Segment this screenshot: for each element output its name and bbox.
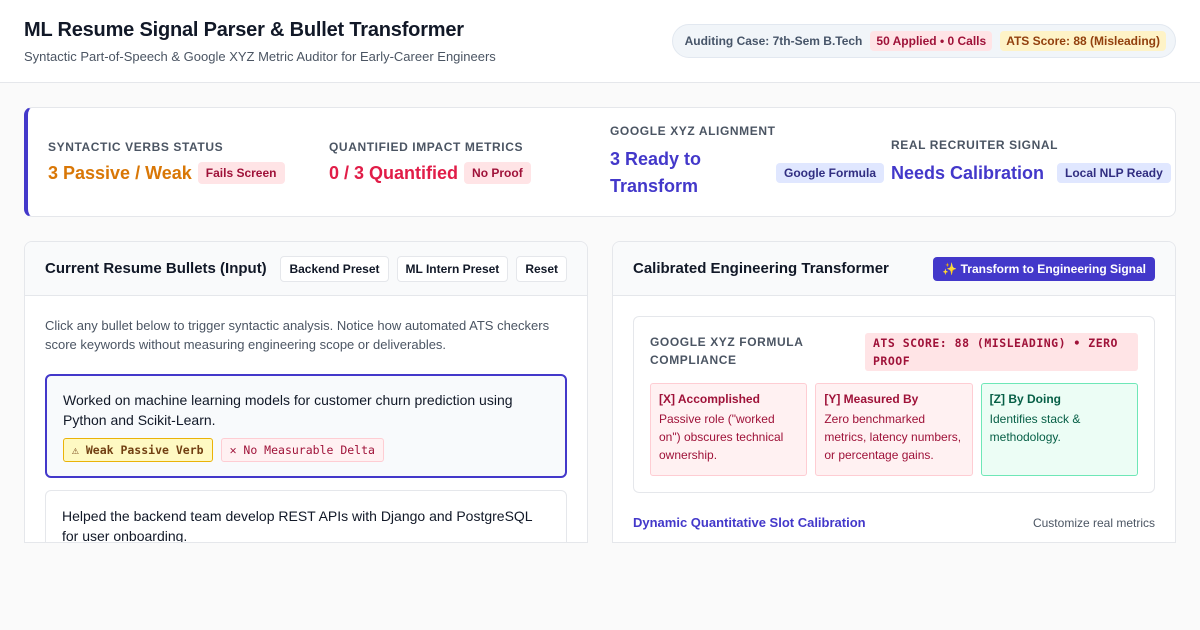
xyz-box-heading: [X] Accomplished [659, 392, 760, 406]
metric-label: Syntactic Verbs Status [48, 140, 224, 154]
transform-panel: Calibrated Engineering Transformer ✨ Tra… [612, 241, 1176, 543]
metric-quantified-impact: Quantified Impact Metrics 0 / 3 Quantifi… [329, 140, 610, 184]
xyz-box-by-doing: [Z] By Doing Identifies stack & methodol… [980, 383, 1138, 476]
resume-bullet-1[interactable]: Worked on machine learning models for cu… [45, 374, 567, 478]
transform-button[interactable]: ✨ Transform to Engineering Signal [933, 256, 1155, 281]
status-badge: Google Formula [776, 163, 885, 183]
weak-verb-chip: ⚠ Weak Passive Verb [63, 438, 213, 462]
xyz-box-heading: [Y] Measured By [824, 392, 919, 406]
case-label: Auditing Case: 7th-Sem B.Tech [684, 34, 863, 48]
resume-bullet-2[interactable]: Helped the backend team develop REST API… [45, 490, 567, 543]
audit-case-pill: Auditing Case: 7th-Sem B.Tech 50 Applied… [671, 24, 1176, 58]
xyz-box-heading: [Z] By Doing [989, 392, 1061, 406]
app-header: ML Resume Signal Parser & Bullet Transfo… [0, 0, 1200, 83]
xyz-box-accomplished: [X] Accomplished Passive role ("worked o… [650, 383, 808, 476]
metric-value: 3 Passive / Weak [48, 162, 192, 183]
xyz-compliance-card: Google XYZ Formula Compliance ATS SCORE:… [633, 316, 1155, 493]
metric-value: 3 Ready to Transform [610, 149, 702, 196]
bullet-text: Worked on machine learning models for cu… [63, 392, 513, 428]
ats-score-badge: ATS Score: 88 (Misleading) [1000, 31, 1166, 51]
bullet-text: Helped the backend team develop REST API… [62, 508, 533, 543]
xyz-box-text: Identifies stack & methodology. [989, 412, 1081, 444]
input-panel-title: Current Resume Bullets (Input) [45, 260, 267, 277]
metric-syntactic-verbs: Syntactic Verbs Status 3 Passive / Weak … [48, 140, 329, 184]
no-delta-chip: ✕ No Measurable Delta [220, 438, 384, 462]
input-hint: Click any bullet below to trigger syntac… [45, 318, 550, 352]
status-badge: Local NLP Ready [1057, 163, 1171, 183]
metrics-strip: Syntactic Verbs Status 3 Passive / Weak … [24, 107, 1176, 217]
page-subtitle: Syntactic Part-of-Speech & Google XYZ Me… [24, 48, 496, 64]
status-badge: Fails Screen [197, 162, 285, 184]
xyz-box-text: Passive role ("worked on") obscures tech… [659, 412, 784, 462]
metric-value: 0 / 3 Quantified [329, 162, 459, 183]
metric-recruiter-signal: Real Recruiter Signal Needs Calibration … [891, 138, 1172, 187]
ml-intern-preset-button[interactable]: ML Intern Preset [396, 255, 509, 282]
transform-panel-title: Calibrated Engineering Transformer [633, 260, 889, 277]
xyz-box-measured-by: [Y] Measured By Zero benchmarked metrics… [815, 383, 973, 476]
xyz-box-text: Zero benchmarked metrics, latency number… [824, 412, 962, 462]
xyz-score-badge: ATS SCORE: 88 (MISLEADING) • ZERO PROOF [865, 333, 1138, 371]
input-panel: Current Resume Bullets (Input) Backend P… [24, 241, 588, 543]
backend-preset-button[interactable]: Backend Preset [280, 255, 389, 282]
page-title: ML Resume Signal Parser & Bullet Transfo… [24, 18, 464, 41]
header-titles: ML Resume Signal Parser & Bullet Transfo… [24, 19, 496, 64]
reset-button[interactable]: Reset [516, 255, 567, 282]
input-panel-header: Current Resume Bullets (Input) Backend P… [25, 242, 587, 296]
customize-metrics-link[interactable]: Customize real metrics [1033, 516, 1155, 530]
metric-label: Quantified Impact Metrics [329, 140, 524, 154]
xyz-title: Google XYZ Formula Compliance [650, 335, 804, 367]
dynamic-slot-title: Dynamic Quantitative Slot Calibration [633, 515, 866, 530]
applied-badge: 50 Applied • 0 Calls [870, 31, 993, 51]
metric-xyz-alignment: Google XYZ Alignment 3 Ready to Transfor… [610, 124, 891, 200]
metric-label: Real Recruiter Signal [891, 137, 1059, 152]
metric-label: Google XYZ Alignment [610, 124, 776, 138]
status-badge: No Proof [464, 162, 531, 184]
metric-value: Needs Calibration [891, 162, 1045, 183]
transform-panel-header: Calibrated Engineering Transformer ✨ Tra… [613, 242, 1175, 296]
